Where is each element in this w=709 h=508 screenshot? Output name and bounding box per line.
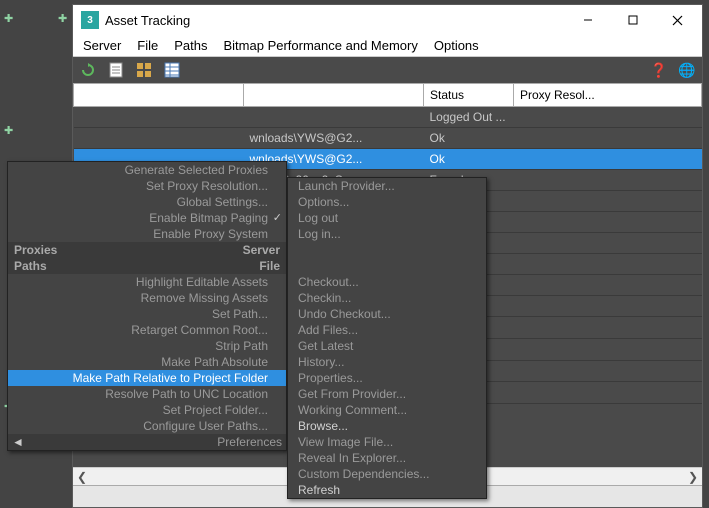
ctx-item[interactable]: Working Comment...	[288, 402, 486, 418]
cell-status: Ok	[424, 149, 514, 170]
ctx-item[interactable]: Configure User Paths...	[8, 418, 286, 434]
arrow-left-icon[interactable]: ◄	[12, 435, 24, 449]
scroll-right-icon[interactable]: ❯	[684, 468, 702, 486]
cell-proxy	[514, 317, 702, 339]
scroll-left-icon[interactable]: ❮	[73, 468, 91, 486]
content-area: Status Proxy Resol... Logged Out ...wnlo…	[73, 83, 702, 507]
asset-tracking-window: 3 Asset Tracking Server File Paths Bitma…	[72, 4, 703, 508]
help-icon[interactable]: ❓	[650, 61, 668, 79]
globe-help-icon[interactable]: 🌐	[678, 61, 696, 79]
ctx-item[interactable]: Set Proxy Resolution...	[8, 178, 286, 194]
ctx-item[interactable]: Strip Path	[8, 338, 286, 354]
menu-server[interactable]: Server	[83, 38, 121, 53]
cell-path	[244, 107, 424, 128]
ctx-item[interactable]: Custom Dependencies...	[288, 466, 486, 482]
table-icon[interactable]	[163, 61, 181, 79]
table-row[interactable]: Logged Out ...	[74, 107, 702, 128]
cell-proxy	[514, 275, 702, 296]
cell-proxy	[514, 107, 702, 128]
cell-name	[74, 128, 244, 149]
col-name[interactable]	[74, 84, 244, 107]
cell-proxy	[514, 382, 702, 404]
menu-file[interactable]: File	[137, 38, 158, 53]
ctx-item[interactable]: Properties...	[288, 370, 486, 386]
ctx-item[interactable]: Resolve Path to UNC Location	[8, 386, 286, 402]
ctx-item[interactable]: Refresh	[288, 482, 486, 498]
toolbar: ❓ 🌐	[73, 57, 702, 83]
ctx-header-proxies: ProxiesServer	[8, 242, 286, 258]
ctx-item[interactable]: Make Path Absolute	[8, 354, 286, 370]
plus-icon: ✚	[4, 12, 13, 25]
plus-icon: ✚	[58, 12, 67, 25]
menu-paths[interactable]: Paths	[174, 38, 207, 53]
cell-path: wnloads\YWS@G2...	[244, 128, 424, 149]
menu-bitmap[interactable]: Bitmap Performance and Memory	[224, 38, 418, 53]
cell-proxy	[514, 170, 702, 191]
ctx-nav-row[interactable]: ◄ Preferences	[8, 434, 286, 450]
menubar: Server File Paths Bitmap Performance and…	[73, 35, 702, 57]
cell-proxy	[514, 212, 702, 233]
plus-icon: ✚	[4, 124, 13, 137]
ctx-item[interactable]: Reveal In Explorer...	[288, 450, 486, 466]
cell-status: Ok	[424, 128, 514, 149]
ctx-item[interactable]: Log out	[288, 210, 486, 226]
menu-options[interactable]: Options	[434, 38, 479, 53]
ctx-item[interactable]: Enable Proxy System	[8, 226, 286, 242]
ctx-item[interactable]: View Image File...	[288, 434, 486, 450]
ctx-item[interactable]: Remove Missing Assets	[8, 290, 286, 306]
cell-proxy	[514, 149, 702, 170]
ctx-item[interactable]: Set Path...	[8, 306, 286, 322]
table-header-row[interactable]: Status Proxy Resol...	[74, 84, 702, 107]
cell-name	[74, 107, 244, 128]
app-icon: 3	[81, 11, 99, 29]
ctx-item[interactable]: Retarget Common Root...	[8, 322, 286, 338]
cell-proxy	[514, 128, 702, 149]
cell-proxy	[514, 233, 702, 254]
ctx-item[interactable]: Checkout...	[288, 274, 486, 290]
ctx-item[interactable]: Set Project Folder...	[8, 402, 286, 418]
ctx-item[interactable]: Browse...	[288, 418, 486, 434]
ctx-item[interactable]: Get Latest	[288, 338, 486, 354]
col-status[interactable]: Status	[424, 84, 514, 107]
cell-proxy	[514, 338, 702, 360]
cell-proxy	[514, 191, 702, 212]
refresh-icon[interactable]	[79, 61, 97, 79]
ctx-item[interactable]: History...	[288, 354, 486, 370]
ctx-item[interactable]: Checkin...	[288, 290, 486, 306]
table-row[interactable]: wnloads\YWS@G2...Ok	[74, 128, 702, 149]
ctx-item[interactable]: Undo Checkout...	[288, 306, 486, 322]
window-title: Asset Tracking	[105, 13, 190, 28]
context-menu-paths[interactable]: Generate Selected ProxiesSet Proxy Resol…	[7, 161, 287, 451]
cell-proxy	[514, 360, 702, 382]
ctx-item-preferences[interactable]: Preferences	[217, 435, 282, 449]
ctx-item[interactable]: Log in...	[288, 226, 486, 242]
col-path[interactable]	[244, 84, 424, 107]
ctx-item[interactable]: Enable Bitmap Paging✓	[8, 210, 286, 226]
context-submenu-file[interactable]: Launch Provider...Options...Log outLog i…	[287, 177, 487, 499]
grid-icon[interactable]	[135, 61, 153, 79]
ctx-item[interactable]: Make Path Relative to Project Folder	[8, 370, 286, 386]
cell-status: Logged Out ...	[424, 107, 514, 128]
ctx-item[interactable]: Options...	[288, 194, 486, 210]
ctx-item[interactable]: Launch Provider...	[288, 178, 486, 194]
minimize-button[interactable]	[565, 5, 610, 35]
cell-proxy	[514, 296, 702, 317]
titlebar[interactable]: 3 Asset Tracking	[73, 5, 702, 35]
check-icon: ✓	[273, 210, 282, 226]
ctx-item[interactable]: Generate Selected Proxies	[8, 162, 286, 178]
ctx-item[interactable]: Global Settings...	[8, 194, 286, 210]
close-button[interactable]	[655, 5, 700, 35]
col-proxy[interactable]: Proxy Resol...	[514, 84, 702, 107]
ctx-item[interactable]: Get From Provider...	[288, 386, 486, 402]
props-icon[interactable]	[107, 61, 125, 79]
cell-proxy	[514, 254, 702, 275]
ctx-item[interactable]: Highlight Editable Assets	[8, 274, 286, 290]
ctx-item[interactable]: Add Files...	[288, 322, 486, 338]
ctx-header-paths: PathsFile	[8, 258, 286, 274]
maximize-button[interactable]	[610, 5, 655, 35]
